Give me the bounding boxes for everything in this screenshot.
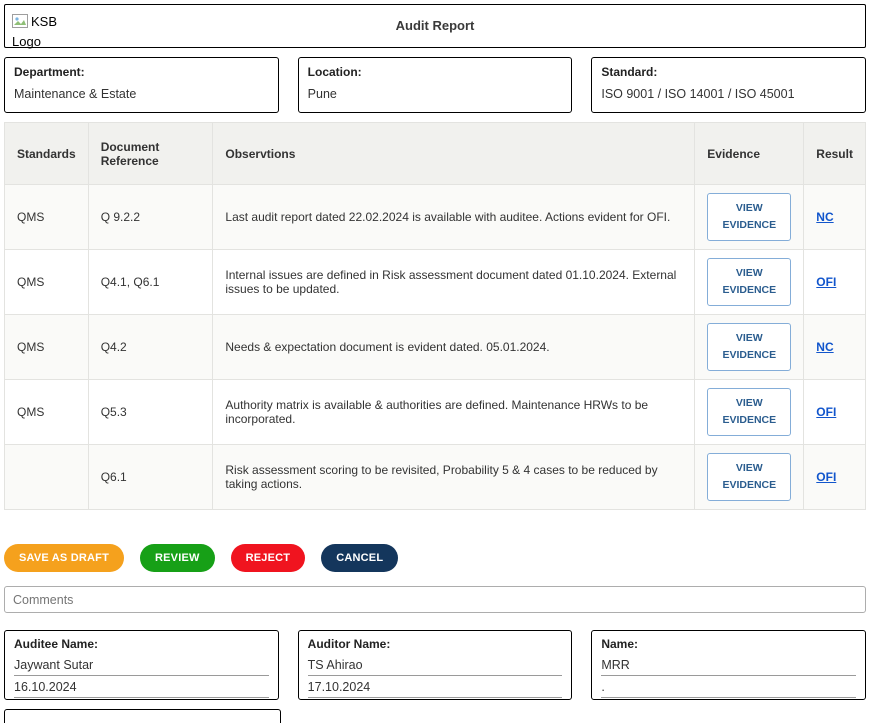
audit-report-page: KSB Logo Audit Report Department: Mainte… (0, 0, 870, 723)
result-cell: OFI (804, 445, 866, 510)
table-row: QMS Q 9.2.2 Last audit report dated 22.0… (5, 185, 866, 250)
evidence-cell: VIEW EVIDENCE (695, 315, 804, 380)
observation-cell: Risk assessment scoring to be revisited,… (213, 445, 695, 510)
table-row: QMS Q4.1, Q6.1 Internal issues are defin… (5, 250, 866, 315)
actions-row: SAVE AS DRAFT REVIEW REJECT CANCEL (4, 544, 866, 572)
department-box: Department: Maintenance & Estate (4, 57, 279, 113)
auditee-date-field[interactable]: 16.10.2024 (14, 676, 269, 698)
observation-cell: Last audit report dated 22.02.2024 is av… (213, 185, 695, 250)
col-header-standards: Standards (5, 123, 89, 185)
result-link[interactable]: NC (816, 210, 833, 224)
auditor-name-label: Auditor Name: (308, 637, 563, 651)
report-header: KSB Logo Audit Report (4, 4, 866, 48)
observations-table: Standards Document Reference Observtions… (4, 122, 866, 510)
info-row: Department: Maintenance & Estate Locatio… (4, 57, 866, 113)
department-value: Maintenance & Estate (14, 87, 269, 101)
broken-image-icon (12, 14, 28, 28)
result-link[interactable]: OFI (816, 470, 836, 484)
reject-button[interactable]: REJECT (231, 544, 306, 572)
standard-box: Standard: ISO 9001 / ISO 14001 / ISO 450… (591, 57, 866, 113)
result-cell: OFI (804, 250, 866, 315)
col-header-evidence: Evidence (695, 123, 804, 185)
auditor-date-field[interactable]: 17.10.2024 (308, 676, 563, 698)
mrr-box: Name: MRR . (591, 630, 866, 700)
review-button[interactable]: REVIEW (140, 544, 215, 572)
view-evidence-button[interactable]: VIEW EVIDENCE (707, 323, 791, 371)
signoff-row: Auditee Name: Jaywant Sutar 16.10.2024 A… (4, 630, 866, 700)
observation-cell: Internal issues are defined in Risk asse… (213, 250, 695, 315)
evidence-cell: VIEW EVIDENCE (695, 250, 804, 315)
page-title: Audit Report (5, 18, 865, 33)
standard-value: ISO 9001 / ISO 14001 / ISO 45001 (601, 87, 856, 101)
save-as-draft-button[interactable]: SAVE AS DRAFT (4, 544, 124, 572)
evidence-cell: VIEW EVIDENCE (695, 185, 804, 250)
doc-ref-cell: Q6.1 (88, 445, 213, 510)
col-header-observations: Observtions (213, 123, 695, 185)
location-box: Location: Pune (298, 57, 573, 113)
result-cell: OFI (804, 380, 866, 445)
evidence-cell: VIEW EVIDENCE (695, 445, 804, 510)
col-header-doc-reference: Document Reference (88, 123, 213, 185)
col-header-result: Result (804, 123, 866, 185)
doc-ref-cell: Q4.1, Q6.1 (88, 250, 213, 315)
standard-cell (5, 445, 89, 510)
observation-cell: Authority matrix is available & authorit… (213, 380, 695, 445)
result-link[interactable]: NC (816, 340, 833, 354)
standard-cell: QMS (5, 185, 89, 250)
ksb-logo: KSB Logo (12, 12, 64, 52)
view-evidence-button[interactable]: VIEW EVIDENCE (707, 388, 791, 436)
mrr-name-label: Name: (601, 637, 856, 651)
result-link[interactable]: OFI (816, 405, 836, 419)
standard-cell: QMS (5, 315, 89, 380)
cancel-button[interactable]: CANCEL (321, 544, 398, 572)
comments-input[interactable] (4, 586, 866, 613)
standard-cell: QMS (5, 380, 89, 445)
location-label: Location: (308, 65, 563, 79)
standard-label: Standard: (601, 65, 856, 79)
result-cell: NC (804, 315, 866, 380)
partial-bottom-box (4, 709, 281, 723)
observation-cell: Needs & expectation document is evident … (213, 315, 695, 380)
auditee-box: Auditee Name: Jaywant Sutar 16.10.2024 (4, 630, 279, 700)
table-row: Q6.1 Risk assessment scoring to be revis… (5, 445, 866, 510)
location-value: Pune (308, 87, 563, 101)
mrr-date-field[interactable]: . (601, 676, 856, 698)
auditee-name-field[interactable]: Jaywant Sutar (14, 654, 269, 676)
view-evidence-button[interactable]: VIEW EVIDENCE (707, 193, 791, 241)
view-evidence-button[interactable]: VIEW EVIDENCE (707, 258, 791, 306)
auditee-name-label: Auditee Name: (14, 637, 269, 651)
mrr-name-field[interactable]: MRR (601, 654, 856, 676)
doc-ref-cell: Q 9.2.2 (88, 185, 213, 250)
result-cell: NC (804, 185, 866, 250)
auditor-box: Auditor Name: TS Ahirao 17.10.2024 (298, 630, 573, 700)
standard-cell: QMS (5, 250, 89, 315)
evidence-cell: VIEW EVIDENCE (695, 380, 804, 445)
doc-ref-cell: Q5.3 (88, 380, 213, 445)
department-label: Department: (14, 65, 269, 79)
table-row: QMS Q5.3 Authority matrix is available &… (5, 380, 866, 445)
view-evidence-button[interactable]: VIEW EVIDENCE (707, 453, 791, 501)
table-header-row: Standards Document Reference Observtions… (5, 123, 866, 185)
table-row: QMS Q4.2 Needs & expectation document is… (5, 315, 866, 380)
result-link[interactable]: OFI (816, 275, 836, 289)
auditor-name-field[interactable]: TS Ahirao (308, 654, 563, 676)
doc-ref-cell: Q4.2 (88, 315, 213, 380)
